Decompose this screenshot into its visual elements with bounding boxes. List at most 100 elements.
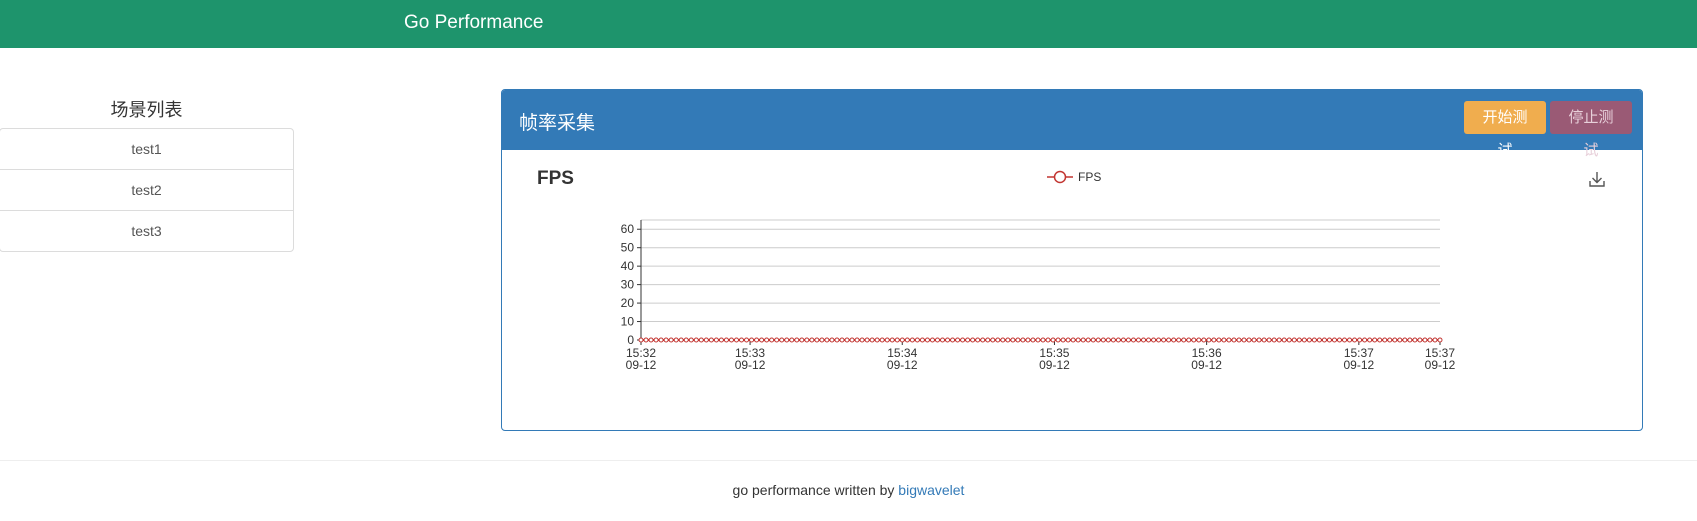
- fps-data-point: [1352, 337, 1358, 343]
- fps-data-point: [924, 337, 930, 343]
- fps-data-point: [688, 337, 694, 343]
- scene-item-test3[interactable]: test3: [0, 211, 293, 251]
- fps-data-point: [829, 337, 835, 343]
- fps-data-point: [1407, 337, 1413, 343]
- fps-data-point: [899, 337, 905, 343]
- fps-data-point: [1206, 337, 1212, 343]
- fps-data-point: [718, 337, 724, 343]
- fps-data-point: [1256, 337, 1262, 343]
- start-test-button[interactable]: 开始测试: [1464, 101, 1546, 159]
- scene-item-test1[interactable]: test1: [0, 129, 293, 170]
- fps-data-point: [1060, 337, 1066, 343]
- fps-data-point: [844, 337, 850, 343]
- fps-data-point: [1321, 337, 1327, 343]
- fps-data-point: [749, 337, 755, 343]
- fps-data-point: [1367, 337, 1373, 343]
- scene-list-title: 场景列表: [110, 100, 183, 120]
- fps-data-point: [1422, 337, 1428, 343]
- fps-data-point: [799, 337, 805, 343]
- fps-data-point: [864, 337, 870, 343]
- fps-data-point: [929, 337, 935, 343]
- fps-data-point: [1342, 337, 1348, 343]
- fps-data-point: [1402, 337, 1408, 343]
- x-tick-label: 15:37 09-12: [1425, 346, 1456, 372]
- fps-data-point: [955, 337, 961, 343]
- fps-data-point: [940, 337, 946, 343]
- footer-author-link[interactable]: bigwavelet: [898, 482, 964, 498]
- fps-data-point: [713, 337, 719, 343]
- fps-data-point: [859, 337, 865, 343]
- fps-data-point: [1357, 337, 1363, 343]
- fps-data-point: [1186, 337, 1192, 343]
- fps-data-point: [1311, 337, 1317, 343]
- fps-data-point: [769, 337, 775, 343]
- fps-data-point: [1336, 337, 1342, 343]
- fps-data-point: [789, 337, 795, 343]
- fps-data-point: [1306, 337, 1312, 343]
- scene-item-test2[interactable]: test2: [0, 170, 293, 211]
- brand-link[interactable]: Go Performance: [404, 12, 543, 34]
- fps-data-point: [1316, 337, 1322, 343]
- fps-data-point: [1161, 337, 1167, 343]
- fps-data-point: [668, 337, 674, 343]
- fps-data-point: [1141, 337, 1147, 343]
- fps-data-point: [1115, 337, 1121, 343]
- fps-data-point: [1271, 337, 1277, 343]
- fps-data-point: [995, 337, 1001, 343]
- fps-data-point: [1226, 337, 1232, 343]
- fps-data-point: [1035, 337, 1041, 343]
- chart-legend[interactable]: FPS: [1047, 170, 1101, 184]
- fps-data-point: [1050, 337, 1056, 343]
- fps-data-point: [663, 337, 669, 343]
- fps-data-point: [784, 337, 790, 343]
- fps-data-point: [1125, 337, 1131, 343]
- stop-test-button[interactable]: 停止测试: [1550, 101, 1632, 159]
- y-tick-label: 40: [621, 259, 635, 273]
- fps-data-point: [774, 337, 780, 343]
- footer: go performance written by bigwavelet: [0, 482, 1697, 498]
- y-tick-label: 60: [621, 222, 635, 236]
- fps-data-point: [1372, 337, 1378, 343]
- fps-data-point: [1331, 337, 1337, 343]
- fps-panel: 帧率采集 开始测试 停止测试 FPS FPS 0 10 20 30 40 50 60 15:3…: [501, 89, 1643, 431]
- fps-data-point: [879, 337, 885, 343]
- legend-marker-icon: [1053, 170, 1067, 184]
- download-icon[interactable]: [1588, 170, 1606, 188]
- fps-data-point: [1291, 337, 1297, 343]
- fps-data-point: [834, 337, 840, 343]
- footer-divider: [0, 460, 1697, 461]
- fps-data-point: [733, 337, 739, 343]
- fps-data-point: [1211, 337, 1217, 343]
- fps-data-point: [839, 337, 845, 343]
- fps-data-point: [1000, 337, 1006, 343]
- fps-data-point: [1181, 337, 1187, 343]
- fps-data-point: [1251, 337, 1257, 343]
- fps-data-point: [990, 337, 996, 343]
- panel-heading: 帧率采集 开始测试 停止测试: [502, 90, 1642, 159]
- fps-data-point: [1432, 337, 1438, 343]
- fps-data-point: [1261, 337, 1267, 343]
- fps-data-point: [1015, 337, 1021, 343]
- fps-data-point: [1135, 337, 1141, 343]
- chart-plot: FPS 0 10 20 30 40 50 60 15:32 09-12 15:33 09-12 15:…: [621, 170, 1456, 372]
- fps-data-point: [1301, 337, 1307, 343]
- fps-data-point: [1216, 337, 1222, 343]
- fps-data-point: [1070, 337, 1076, 343]
- fps-data-point: [814, 337, 820, 343]
- fps-data-point: [1221, 337, 1227, 343]
- fps-data-point: [754, 337, 760, 343]
- fps-data-point: [683, 337, 689, 343]
- fps-data-point: [1080, 337, 1086, 343]
- fps-data-point: [1100, 337, 1106, 343]
- fps-data-point: [1387, 337, 1393, 343]
- fps-data-point: [1191, 337, 1197, 343]
- fps-data-point: [1437, 337, 1443, 343]
- fps-data-point: [794, 337, 800, 343]
- scene-list: test1 test2 test3: [0, 128, 294, 252]
- fps-data-point: [1130, 337, 1136, 343]
- x-tick-label: 15:37 09-12: [1343, 346, 1374, 372]
- x-tick-label: 15:33 09-12: [735, 346, 766, 372]
- x-tick-label: 15:34 09-12: [887, 346, 918, 372]
- fps-data-point: [1266, 337, 1272, 343]
- fps-data-point: [1005, 337, 1011, 343]
